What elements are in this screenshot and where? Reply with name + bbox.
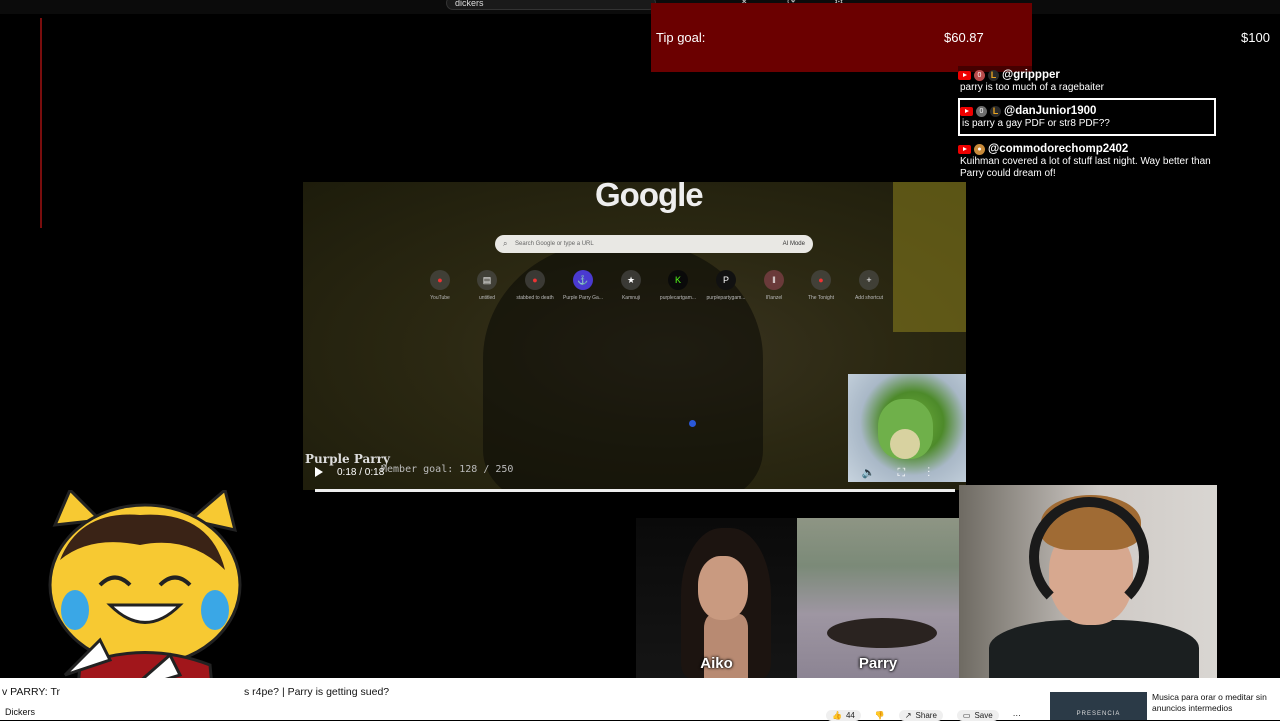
youtube-icon: ● — [811, 270, 831, 290]
webcam-host — [959, 485, 1217, 678]
like-button[interactable]: 👍 44 — [826, 710, 861, 721]
play-icon[interactable] — [315, 467, 323, 477]
ai-mode-button[interactable]: AI Mode — [783, 235, 805, 253]
like-count: 44 — [845, 711, 855, 720]
more-actions-icon[interactable]: ⋯ — [1013, 710, 1021, 721]
red-divider — [40, 18, 42, 228]
shortcut-patreon[interactable]: Ppurplepartygam... — [703, 270, 749, 301]
patreon-icon: P — [716, 270, 736, 290]
google-logo: Google — [595, 182, 704, 213]
browser-search-input[interactable]: dickers — [446, 0, 656, 10]
share-icon: ↗ — [904, 711, 912, 720]
bookmark-icon: ▭ — [962, 711, 971, 720]
member-goal-text: Member goal: 128 / 250 — [381, 464, 514, 475]
youtube-icon: ● — [430, 270, 450, 290]
chat-text: Kuihman covered a lot of stuff last nigh… — [960, 156, 1211, 179]
video-time: 0:18 / 0:18 — [337, 467, 385, 478]
google-search-input[interactable]: ⌕ Search Google or type a URL AI Mode — [495, 235, 813, 253]
lvl-badge-icon: L — [990, 105, 1001, 117]
webcam-parry: Parry — [797, 518, 959, 678]
member-badge-icon: 0 — [974, 69, 985, 81]
thumbs-up-icon: 👍 — [832, 711, 842, 720]
shortcut-untitled[interactable]: ▤ untitled — [464, 270, 510, 301]
share-button[interactable]: ↗ Share — [898, 710, 943, 721]
tip-goal-target: $100 — [1241, 30, 1270, 45]
youtube-icon — [958, 70, 971, 80]
youtube-icon: ● — [525, 270, 545, 290]
search-placeholder: Search Google or type a URL — [515, 241, 594, 247]
volume-icon[interactable]: 🔈 — [862, 467, 898, 479]
headset-icon — [1029, 497, 1149, 617]
save-label: Save — [974, 711, 993, 720]
frog-belly — [890, 429, 920, 459]
shortcut-illanzel[interactable]: ‖ Il'lanzel — [751, 270, 797, 301]
shortcut-youtube[interactable]: ● YouTube — [417, 270, 463, 301]
webcam-label-aiko: Aiko — [700, 655, 733, 672]
video-player[interactable]: Google ⌕ Search Google or type a URL AI … — [303, 182, 966, 490]
shortcut-kick[interactable]: Kpurplecartgam... — [655, 270, 701, 301]
lvl-badge-icon: L — [988, 69, 999, 81]
page-icon: ▤ — [477, 270, 497, 290]
player-controls[interactable]: 🔈⛶⋮ — [862, 466, 952, 480]
pause-icon: ‖ — [764, 270, 784, 290]
chat-message: 0 L @grippper parry is too much of a rag… — [958, 68, 1216, 94]
share-label: Share — [915, 711, 937, 720]
thumbs-down-icon: 👎 — [874, 711, 885, 720]
recommended-thumbnail[interactable]: PRESENCIA — [1050, 692, 1147, 720]
video-title-right: s r4pe? | Parry is getting sued? — [244, 686, 390, 698]
shortcut-purple-parry[interactable]: ⚓ Purple Parry Ga... — [560, 270, 606, 301]
kick-icon: K — [668, 270, 688, 290]
channel-name[interactable]: Dickers — [5, 707, 35, 717]
youtube-icon — [960, 106, 973, 116]
shortcut-stabbed[interactable]: ● stabbed to death — [512, 270, 558, 301]
plus-icon: + — [859, 270, 879, 290]
aiko-face — [698, 556, 748, 620]
shortcut-the-tonight[interactable]: ● The Tonight — [798, 270, 844, 301]
chat-message: ● @commodorechomp2402 Kuihman covered a … — [958, 142, 1216, 180]
shortcut-kamnuji[interactable]: ★ Kamnuji — [608, 270, 654, 301]
chat-username: @grippper — [1002, 69, 1060, 81]
youtube-icon — [958, 144, 971, 154]
save-button[interactable]: ▭ Save — [956, 710, 999, 721]
webcam-aiko: Aiko — [636, 518, 797, 678]
webcam-label-parry: Parry — [858, 655, 898, 672]
video-title-left: v PARRY: Tr — [2, 686, 60, 698]
crab-figure — [827, 618, 937, 648]
more-icon[interactable]: ⋮ — [927, 467, 952, 479]
dislike-button[interactable]: 👎 — [875, 710, 885, 721]
tip-goal-current: $60.87 — [944, 30, 984, 45]
chat-message-highlighted: 0 L @danJunior1900 is parry a gay PDF or… — [958, 98, 1216, 136]
search-icon: ⌕ — [503, 239, 508, 248]
cursor-dot — [689, 420, 696, 427]
tip-goal-label: Tip goal: — [656, 30, 706, 45]
chat-username: @danJunior1900 — [1004, 105, 1097, 117]
video-progress-bar[interactable] — [315, 489, 955, 492]
host-shirt — [989, 620, 1199, 678]
recommended-title[interactable]: Musica para orar o meditar sin anuncios … — [1152, 692, 1277, 714]
background-poster — [893, 182, 966, 332]
star-icon: ★ — [621, 270, 641, 290]
overlay-logo: Purple Parry — [305, 452, 390, 466]
chat-text: parry is too much of a ragebaiter — [960, 82, 1104, 93]
member-badge-icon: 0 — [976, 105, 987, 117]
shortcut-add[interactable]: + Add shortcut — [846, 270, 892, 301]
chat-overlay: 0 L @grippper parry is too much of a rag… — [958, 66, 1218, 186]
chat-text: is parry a gay PDF or str8 PDF?? — [962, 118, 1110, 129]
chat-username: @commodorechomp2402 — [988, 143, 1129, 155]
fullscreen-icon[interactable]: ⛶ — [898, 467, 928, 479]
video-actions: 👍 44 👎 ↗ Share ▭ Save ⋯ — [826, 710, 1021, 721]
anchor-icon: ⚓ — [573, 270, 593, 290]
avatar: ● — [974, 143, 985, 155]
